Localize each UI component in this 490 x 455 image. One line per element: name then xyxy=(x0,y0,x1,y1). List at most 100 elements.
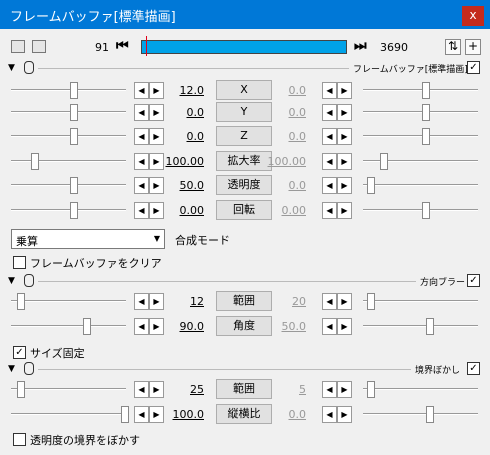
decrement-button[interactable]: ◀ xyxy=(322,381,337,398)
swap-button[interactable]: ⇅ xyxy=(445,39,461,55)
decrement-button[interactable]: ◀ xyxy=(134,153,149,170)
image-icon[interactable] xyxy=(32,40,46,53)
option-checkbox-label[interactable]: サイズ固定 xyxy=(30,345,85,361)
mouse-icon[interactable] xyxy=(24,274,34,287)
start-slider[interactable] xyxy=(11,388,126,390)
slider-thumb[interactable] xyxy=(422,104,430,121)
slider-thumb[interactable] xyxy=(17,381,25,398)
increment-button[interactable]: ▶ xyxy=(337,406,352,423)
increment-button[interactable]: ▶ xyxy=(337,82,352,99)
start-slider[interactable] xyxy=(11,209,126,211)
end-slider[interactable] xyxy=(363,209,478,211)
start-value[interactable]: 90.0 xyxy=(160,320,205,333)
start-slider[interactable] xyxy=(11,89,126,91)
option-checkbox[interactable]: ✓ xyxy=(13,346,26,359)
decrement-button[interactable]: ◀ xyxy=(322,128,337,145)
end-value[interactable]: 0.0 xyxy=(266,106,307,119)
end-slider[interactable] xyxy=(363,111,478,113)
end-value[interactable]: 20 xyxy=(266,295,306,308)
timeline-bar[interactable] xyxy=(141,40,347,54)
add-filter-button[interactable]: + xyxy=(465,39,481,55)
option-checkbox-label[interactable]: フレームバッファをクリア xyxy=(30,255,162,271)
param-button[interactable]: Z xyxy=(216,126,272,146)
start-slider[interactable] xyxy=(11,160,126,162)
start-value[interactable]: 100.0 xyxy=(160,408,205,421)
slider-thumb[interactable] xyxy=(426,318,434,335)
end-slider[interactable] xyxy=(363,184,478,186)
end-value[interactable]: 0.0 xyxy=(266,84,307,97)
end-slider[interactable] xyxy=(363,89,478,91)
start-value[interactable]: 12.0 xyxy=(160,84,205,97)
param-button[interactable]: 範囲 xyxy=(216,379,272,399)
start-slider[interactable] xyxy=(11,111,126,113)
decrement-button[interactable]: ◀ xyxy=(322,177,337,194)
section-enable-checkbox[interactable]: ✓ xyxy=(467,61,480,74)
increment-button[interactable]: ▶ xyxy=(337,318,352,335)
param-button[interactable]: 拡大率 xyxy=(216,151,272,171)
decrement-button[interactable]: ◀ xyxy=(134,293,149,310)
collapse-arrow-icon[interactable]: ▼ xyxy=(8,63,15,73)
increment-button[interactable]: ▶ xyxy=(337,128,352,145)
blend-mode-select[interactable]: 乗算 ▼ xyxy=(11,229,165,249)
decrement-button[interactable]: ◀ xyxy=(134,128,149,145)
increment-button[interactable]: ▶ xyxy=(337,381,352,398)
decrement-button[interactable]: ◀ xyxy=(322,153,337,170)
slider-thumb[interactable] xyxy=(70,177,78,194)
slider-thumb[interactable] xyxy=(367,381,375,398)
end-slider[interactable] xyxy=(363,300,478,302)
end-slider[interactable] xyxy=(363,135,478,137)
increment-button[interactable]: ▶ xyxy=(337,104,352,121)
collapse-arrow-icon[interactable]: ▼ xyxy=(8,276,15,286)
increment-button[interactable]: ▶ xyxy=(337,293,352,310)
start-value[interactable]: 50.0 xyxy=(160,179,205,192)
slider-thumb[interactable] xyxy=(422,202,430,219)
end-value[interactable]: 0.0 xyxy=(266,408,307,421)
slider-thumb[interactable] xyxy=(70,202,78,219)
mouse-icon[interactable] xyxy=(24,61,34,74)
section-enable-checkbox[interactable]: ✓ xyxy=(467,362,480,375)
next-frame-button[interactable]: ⏭ xyxy=(354,38,367,54)
slider-thumb[interactable] xyxy=(31,153,39,170)
slider-thumb[interactable] xyxy=(70,82,78,99)
decrement-button[interactable]: ◀ xyxy=(322,293,337,310)
param-button[interactable]: Y xyxy=(216,102,272,122)
slider-thumb[interactable] xyxy=(70,128,78,145)
param-button[interactable]: 範囲 xyxy=(216,291,272,311)
start-slider[interactable] xyxy=(11,135,126,137)
end-slider[interactable] xyxy=(363,325,478,327)
decrement-button[interactable]: ◀ xyxy=(134,318,149,335)
slider-thumb[interactable] xyxy=(367,177,375,194)
decrement-button[interactable]: ◀ xyxy=(134,82,149,99)
end-value[interactable]: 5 xyxy=(266,383,306,396)
start-value[interactable]: 100.00 xyxy=(160,155,205,168)
increment-button[interactable]: ▶ xyxy=(337,153,352,170)
slider-thumb[interactable] xyxy=(83,318,91,335)
end-slider[interactable] xyxy=(363,413,478,415)
param-button[interactable]: 透明度 xyxy=(216,175,272,195)
param-button[interactable]: 回転 xyxy=(216,200,272,220)
decrement-button[interactable]: ◀ xyxy=(134,381,149,398)
start-slider[interactable] xyxy=(11,325,126,327)
slider-thumb[interactable] xyxy=(422,128,430,145)
slider-thumb[interactable] xyxy=(380,153,388,170)
end-value[interactable]: 0.00 xyxy=(266,204,307,217)
end-value[interactable]: 0.0 xyxy=(266,179,307,192)
slider-thumb[interactable] xyxy=(422,82,430,99)
section-enable-checkbox[interactable]: ✓ xyxy=(467,274,480,287)
end-value[interactable]: 100.00 xyxy=(266,155,307,168)
param-button[interactable]: 縦横比 xyxy=(216,404,272,424)
end-value[interactable]: 50.0 xyxy=(266,320,307,333)
slider-thumb[interactable] xyxy=(70,104,78,121)
option-checkbox-label[interactable]: 透明度の境界をぼかす xyxy=(30,432,140,448)
end-slider[interactable] xyxy=(363,388,478,390)
decrement-button[interactable]: ◀ xyxy=(134,177,149,194)
start-value[interactable]: 0.0 xyxy=(160,106,205,119)
slider-thumb[interactable] xyxy=(17,293,25,310)
close-button[interactable]: x xyxy=(462,6,484,26)
start-slider[interactable] xyxy=(11,184,126,186)
end-value[interactable]: 0.0 xyxy=(266,130,307,143)
decrement-button[interactable]: ◀ xyxy=(322,406,337,423)
prev-frame-button[interactable]: ⏮ xyxy=(116,38,129,54)
slider-thumb[interactable] xyxy=(367,293,375,310)
start-slider[interactable] xyxy=(11,413,126,415)
